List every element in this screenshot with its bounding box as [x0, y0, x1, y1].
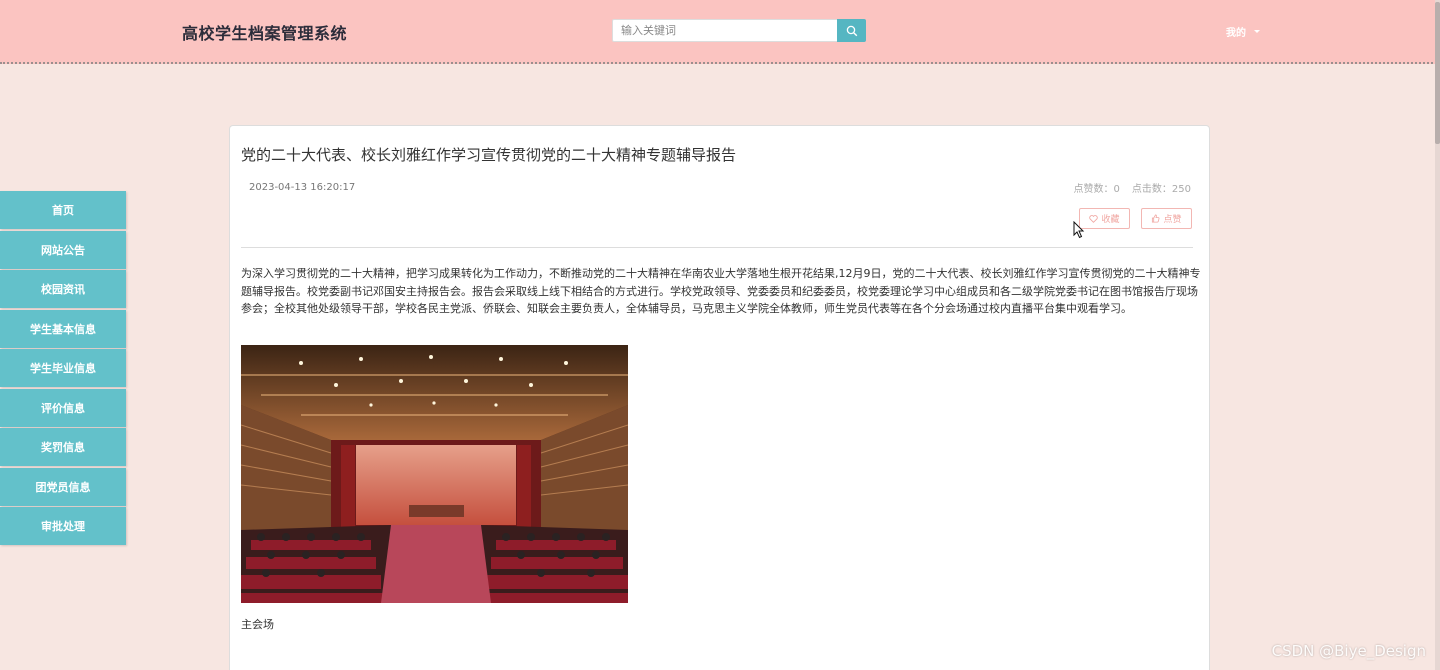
sidebar-item-campus-news[interactable]: 校园资讯 [0, 270, 126, 308]
article-date: 2023-04-13 16:20:17 [249, 182, 356, 193]
search-button[interactable] [837, 19, 866, 42]
sidebar-item-student-basic-info[interactable]: 学生基本信息 [0, 309, 126, 348]
thumbs-up-icon [1152, 214, 1160, 223]
sidebar-item-graduation-info[interactable]: 学生毕业信息 [0, 349, 126, 387]
article-stats: 点赞数：0 点击数：250 [1074, 180, 1191, 195]
divider [241, 247, 1193, 248]
likes-count: 点赞数：0 [1073, 184, 1120, 195]
sidebar-item-evaluation-info[interactable]: 评价信息 [0, 388, 126, 427]
sidebar-item-approval[interactable]: 审批处理 [0, 507, 126, 545]
photo-caption: 主会场 [241, 618, 274, 631]
user-menu[interactable]: 我的 [1226, 24, 1260, 39]
sidebar-item-home[interactable]: 首页 [0, 191, 126, 229]
sidebar-item-party-member-info[interactable]: 团党员信息 [0, 467, 126, 506]
like-button[interactable]: 点赞 [1141, 208, 1192, 229]
clicks-count: 点击数：250 [1131, 184, 1191, 195]
top-header: 高校学生档案管理系统 我的 [0, 0, 1440, 64]
search-icon [846, 25, 857, 36]
sidebar-item-rewards-penalties[interactable]: 奖罚信息 [0, 428, 126, 466]
scrollbar[interactable] [1435, 0, 1440, 670]
article-body: 为深入学习贯彻党的二十大精神，把学习成果转化为工作动力，不断推动党的二十大精神在… [241, 267, 1201, 315]
heart-icon [1089, 214, 1099, 223]
user-menu-label: 我的 [1226, 28, 1246, 39]
sidebar-item-announcements[interactable]: 网站公告 [0, 230, 126, 269]
mouse-cursor-icon [1073, 221, 1085, 239]
favorite-button[interactable]: 收藏 [1079, 208, 1130, 229]
sidebar: 首页 网站公告 校园资讯 学生基本信息 学生毕业信息 评价信息 奖罚信息 团党员… [0, 191, 126, 547]
favorite-label: 收藏 [1101, 215, 1120, 225]
scrollbar-thumb[interactable] [1435, 2, 1440, 144]
chevron-down-icon [1254, 30, 1260, 33]
like-label: 点赞 [1163, 215, 1182, 225]
watermark: CSDN @Biye_Design [1271, 642, 1426, 660]
article-title: 党的二十大代表、校长刘雅红作学习宣传贯彻党的二十大精神专题辅导报告 [241, 146, 737, 164]
article-photo [241, 345, 628, 603]
search-input[interactable] [612, 19, 838, 42]
site-title[interactable]: 高校学生档案管理系统 [182, 20, 347, 44]
article-card: 党的二十大代表、校长刘雅红作学习宣传贯彻党的二十大精神专题辅导报告 2023-0… [229, 125, 1210, 670]
